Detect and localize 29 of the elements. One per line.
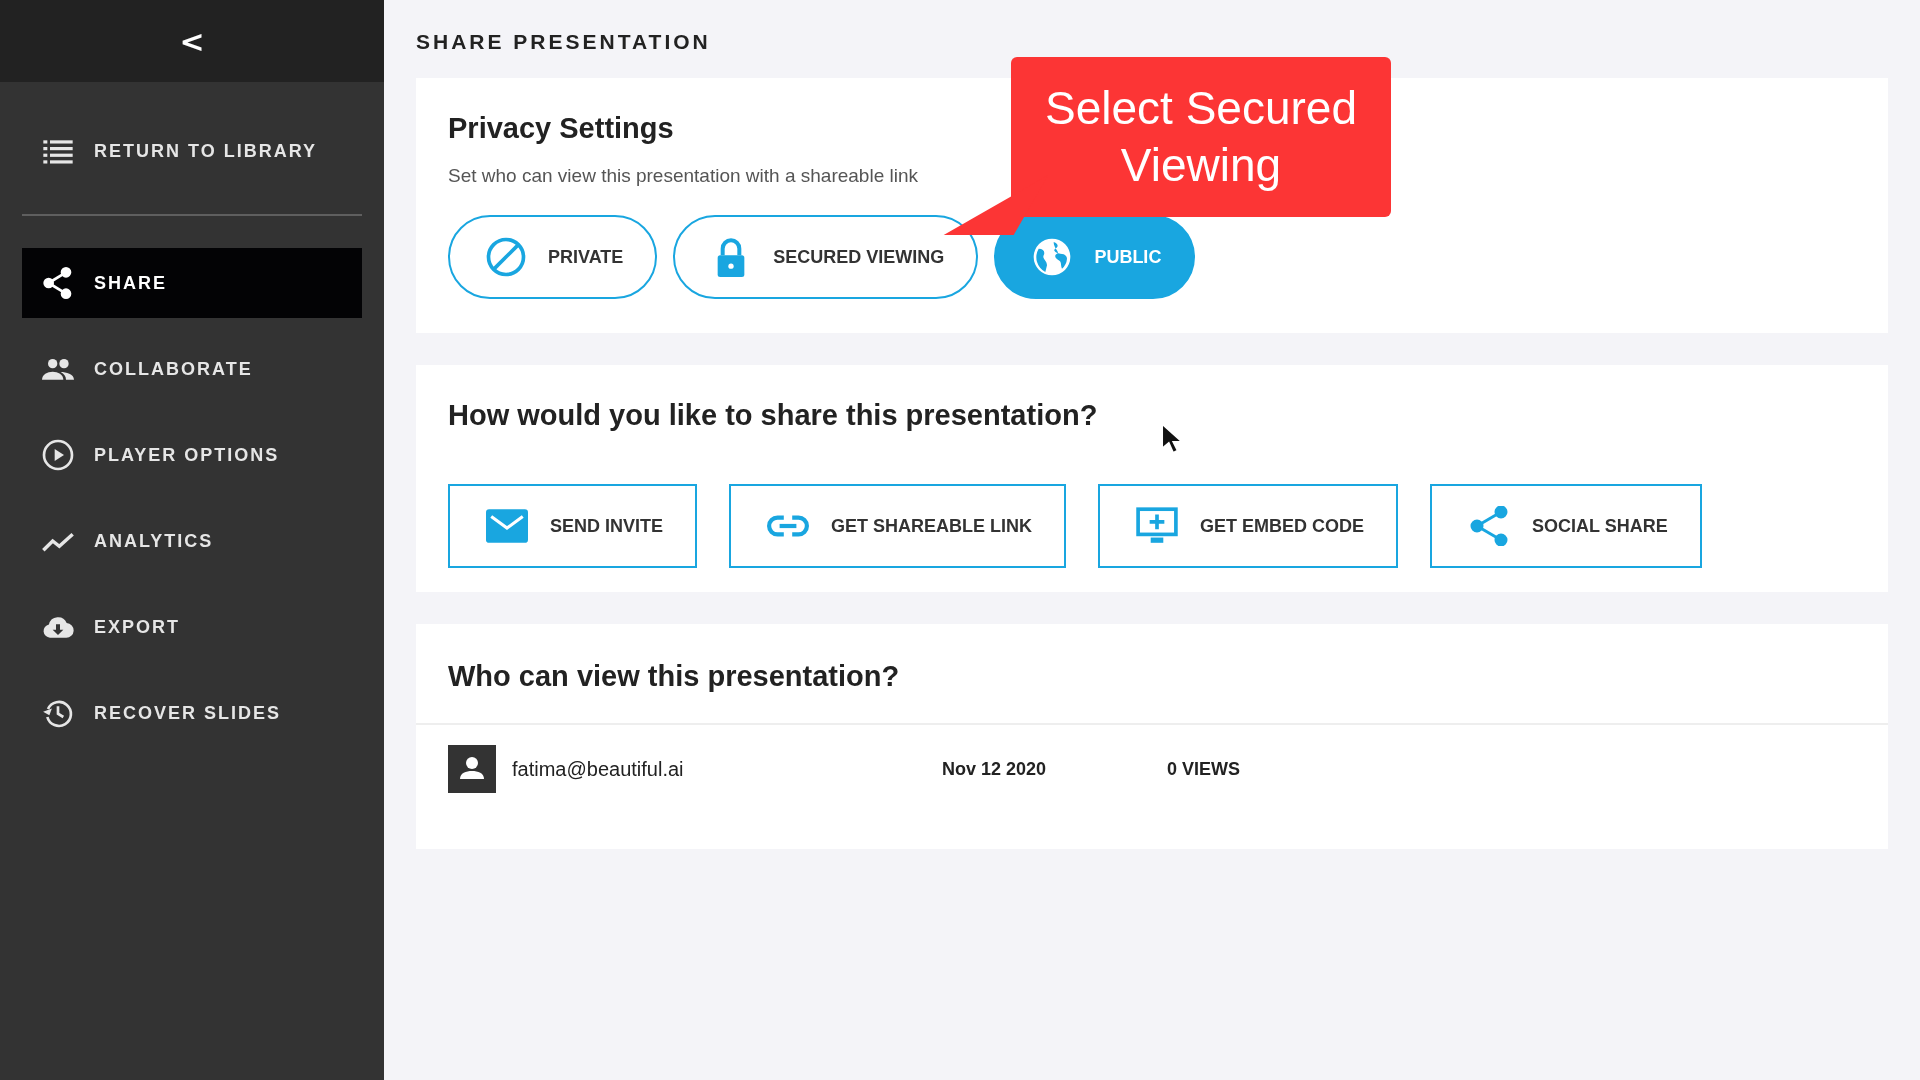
return-to-library-link[interactable]: RETURN TO LIBRARY xyxy=(22,116,362,186)
avatar-icon xyxy=(448,745,496,793)
section-title: Privacy Settings xyxy=(448,112,675,145)
sidebar-item[interactable]: SHARE xyxy=(22,248,362,318)
monitor-plus-icon xyxy=(1136,506,1179,546)
callout-text: Select Secured Viewing xyxy=(1044,81,1358,193)
share-option-button[interactable]: SOCIAL SHARE xyxy=(1430,484,1702,568)
play-icon xyxy=(42,439,74,471)
sidebar-item[interactable]: ANALYTICS xyxy=(22,506,362,576)
page-title: SHARE PRESENTATION xyxy=(416,30,712,54)
share-icon xyxy=(42,267,74,299)
sidebar-item[interactable]: PLAYER OPTIONS xyxy=(22,420,362,490)
privacy-option[interactable]: PRIVATE xyxy=(448,215,658,299)
privacy-option[interactable]: SECURED VIEWING xyxy=(673,215,979,299)
view-date: Nov 12 2020 xyxy=(942,758,1048,780)
envelope-icon xyxy=(486,506,528,546)
section-title: Who can view this presentation? xyxy=(416,660,1888,725)
globe-icon xyxy=(1032,237,1073,277)
sidebar-item[interactable]: EXPORT xyxy=(22,592,362,662)
sidebar-item[interactable]: RECOVER SLIDES xyxy=(22,678,362,748)
share-option-button[interactable]: GET EMBED CODE xyxy=(1098,484,1399,568)
view-count: 0 VIEWS xyxy=(1167,758,1241,780)
sidebar-item[interactable]: COLLABORATE xyxy=(22,334,362,404)
viewer-email: fatima@beautiful.ai xyxy=(512,757,685,781)
section-title: How would you like to share this presentation? xyxy=(448,399,1099,432)
back-button[interactable]: < xyxy=(169,23,215,59)
share-option-button[interactable]: SEND INVITE xyxy=(448,484,698,568)
share-option-button[interactable]: GET SHAREABLE LINK xyxy=(729,484,1067,568)
blocked-icon xyxy=(486,237,526,277)
